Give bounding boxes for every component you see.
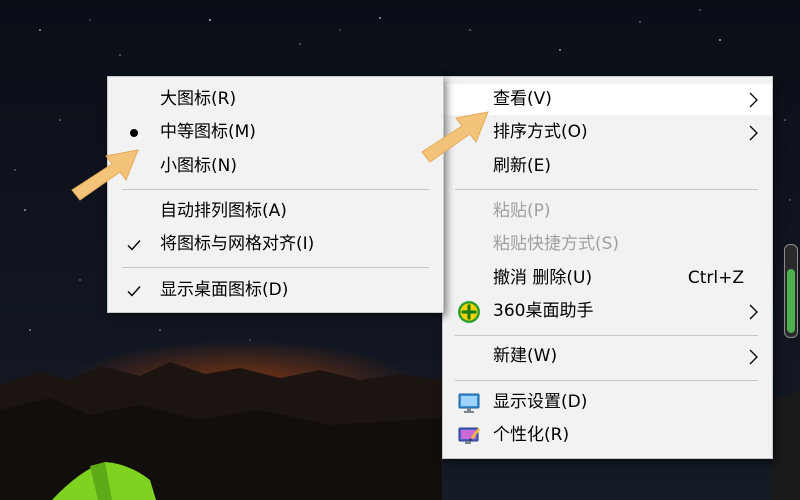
submenu-item-medium-icons[interactable]: 中等图标(M) bbox=[108, 117, 443, 148]
submenu-item-auto-arrange-label: 自动排列图标(A) bbox=[160, 201, 287, 221]
menu-item-paste-shortcut[interactable]: 粘贴快捷方式(S) bbox=[443, 229, 772, 260]
submenu-item-auto-arrange[interactable]: 自动排列图标(A) bbox=[108, 196, 443, 227]
menu-item-personalize[interactable]: 个性化(R) bbox=[443, 420, 772, 451]
submenu-item-show-desktop-icons-label: 显示桌面图标(D) bbox=[160, 280, 289, 300]
submenu-item-large-icons[interactable]: 大图标(R) bbox=[108, 84, 443, 115]
menu-item-paste[interactable]: 粘贴(P) bbox=[443, 196, 772, 227]
scrollbar[interactable] bbox=[784, 244, 798, 338]
annotation-arrow-icon bbox=[421, 111, 489, 163]
menu-item-new[interactable]: 新建(W) bbox=[443, 341, 772, 372]
menu-item-paste-label: 粘贴(P) bbox=[493, 201, 551, 221]
submenu-item-align-to-grid[interactable]: 将图标与网格对齐(I) bbox=[108, 229, 443, 260]
submenu-item-show-desktop-icons[interactable]: 显示桌面图标(D) bbox=[108, 275, 443, 306]
display-icon bbox=[458, 393, 480, 413]
chevron-right-icon bbox=[749, 304, 758, 320]
submenu-item-align-to-grid-label: 将图标与网格对齐(I) bbox=[160, 234, 315, 254]
menu-separator bbox=[122, 189, 429, 190]
menu-item-display-settings-label: 显示设置(D) bbox=[493, 392, 588, 412]
submenu-item-small-icons-label: 小图标(N) bbox=[160, 156, 237, 176]
menu-separator bbox=[455, 189, 758, 190]
menu-item-undo-delete-label: 撤消 删除(U) bbox=[493, 268, 593, 288]
menu-separator bbox=[122, 267, 429, 268]
chevron-right-icon bbox=[749, 92, 758, 108]
annotation-arrow-icon bbox=[71, 149, 139, 201]
scrollbar-thumb[interactable] bbox=[787, 269, 795, 333]
menu-item-display-settings[interactable]: 显示设置(D) bbox=[443, 387, 772, 418]
menu-item-360-label: 360桌面助手 bbox=[493, 301, 594, 321]
menu-separator bbox=[455, 380, 758, 381]
submenu-item-large-icons-label: 大图标(R) bbox=[160, 89, 237, 109]
menu-item-360-desktop-assistant[interactable]: 360桌面助手 bbox=[443, 296, 772, 327]
chevron-right-icon bbox=[749, 349, 758, 365]
submenu-item-small-icons[interactable]: 小图标(N) bbox=[108, 151, 443, 182]
menu-item-undo-delete[interactable]: 撤消 删除(U) Ctrl+Z bbox=[443, 263, 772, 294]
submenu-item-medium-icons-label: 中等图标(M) bbox=[160, 122, 256, 142]
checkmark-icon bbox=[127, 286, 141, 297]
menu-item-paste-shortcut-label: 粘贴快捷方式(S) bbox=[493, 234, 620, 254]
menu-item-personalize-label: 个性化(R) bbox=[493, 425, 570, 445]
menu-item-new-label: 新建(W) bbox=[493, 346, 558, 366]
personalize-icon bbox=[458, 427, 480, 444]
menu-separator bbox=[455, 335, 758, 336]
chevron-right-icon bbox=[749, 125, 758, 141]
360-plus-icon bbox=[458, 301, 480, 323]
checkmark-icon bbox=[127, 240, 141, 251]
undo-shortcut-text: Ctrl+Z bbox=[687, 268, 744, 288]
